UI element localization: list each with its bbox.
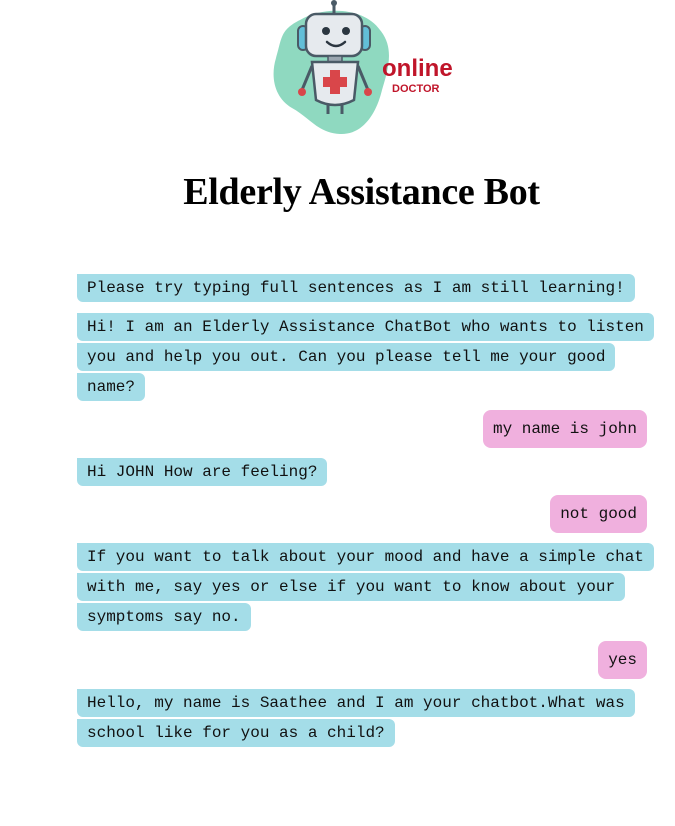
message-text: not good — [550, 495, 647, 533]
page-title: Elderly Assistance Bot — [183, 171, 540, 213]
message-text: If you want to talk about your mood and … — [77, 543, 654, 631]
robot-doctor-icon: online DOCTOR — [273, 0, 453, 135]
bot-message: Hi JOHN How are feeling? — [77, 457, 647, 487]
user-message: my name is john — [77, 410, 647, 448]
bot-message: If you want to talk about your mood and … — [77, 542, 654, 632]
user-message-bubble: yes — [598, 641, 647, 679]
bot-message: Hi! I am an Elderly Assistance ChatBot w… — [77, 312, 654, 402]
user-message-bubble: not good — [550, 495, 647, 533]
bot-message-bubble: Please try typing full sentences as I am… — [77, 273, 635, 303]
bot-message-bubble: If you want to talk about your mood and … — [77, 542, 654, 632]
online-doctor-logo: online DOCTOR — [270, 0, 455, 140]
user-message: not good — [77, 495, 647, 533]
bot-message: Hello, my name is Saathee and I am your … — [77, 688, 647, 748]
message-text: Hi! I am an Elderly Assistance ChatBot w… — [77, 313, 654, 401]
bot-message: Please try typing full sentences as I am… — [77, 273, 647, 303]
message-text: yes — [598, 641, 647, 679]
bot-message-bubble: Hi JOHN How are feeling? — [77, 457, 328, 487]
message-text: Hi JOHN How are feeling? — [77, 458, 328, 486]
message-text: Hello, my name is Saathee and I am your … — [77, 689, 635, 747]
logo-text-online: online — [382, 55, 453, 82]
logo-text-doctor: DOCTOR — [392, 83, 440, 95]
chat-log: Please try typing full sentences as I am… — [77, 273, 654, 748]
bot-message-bubble: Hi! I am an Elderly Assistance ChatBot w… — [77, 312, 654, 402]
bot-message-bubble: Hello, my name is Saathee and I am your … — [77, 688, 647, 748]
message-text: my name is john — [482, 410, 647, 448]
user-message: yes — [77, 641, 647, 679]
user-message-bubble: my name is john — [482, 410, 647, 448]
message-text: Please try typing full sentences as I am… — [77, 274, 635, 302]
